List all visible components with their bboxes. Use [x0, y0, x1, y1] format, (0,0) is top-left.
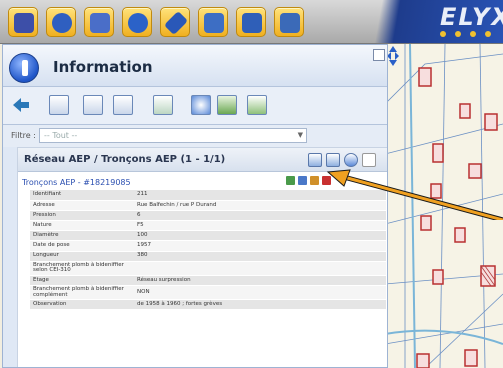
attribute-key: Branchement plomb à bideniffier selon CE… [30, 261, 134, 276]
panel-toolbar [3, 87, 387, 125]
attribute-key: Pression [30, 210, 134, 222]
panel-title: Information [53, 58, 153, 76]
attribute-value: 1957 [134, 240, 386, 252]
select-tool-icon[interactable] [8, 7, 38, 37]
globe-tool-icon[interactable] [122, 7, 152, 37]
attribute-key: Observation [30, 299, 134, 311]
attribute-key: Identifiant [30, 190, 134, 201]
attribute-key: Diamètre [30, 230, 134, 242]
info-icon [9, 53, 39, 83]
chevron-down-icon: ▼ [297, 131, 303, 139]
edit-record-icon[interactable] [310, 176, 319, 185]
spreadsheet-icon[interactable] [217, 95, 237, 115]
attribute-key: Date de pose [30, 240, 134, 252]
measure-tool-icon[interactable] [198, 7, 228, 37]
table-row: Etage Réseau surpression [30, 275, 386, 287]
main-toolbar: ELYX [0, 0, 503, 44]
attribute-key: Adresse [30, 200, 134, 211]
layers-tool-icon[interactable] [84, 7, 114, 37]
table-row: Observation de 1958 à 1960 ; fortes grève… [30, 299, 386, 311]
attribute-value [134, 261, 386, 276]
print-tool-icon[interactable] [274, 7, 304, 37]
table-row: Diamètre 100 [30, 230, 386, 242]
attribute-key: Branchement plomb à bideniffier compléme… [30, 285, 134, 300]
export-icon[interactable] [153, 95, 173, 115]
attribute-value: Réseau surpression [134, 275, 386, 287]
annotation-arrow [326, 169, 503, 220]
attribute-key: Longueur [30, 251, 134, 262]
attribute-key: Etage [30, 275, 134, 287]
panel-header: Information [3, 45, 387, 87]
edit-tool-icon[interactable] [236, 7, 266, 37]
list-view-icon[interactable] [113, 95, 133, 115]
app-logo: ELYX [440, 3, 503, 31]
attribute-value: de 1958 à 1960 ; fortes grèves [134, 299, 386, 311]
table-row: Branchement plomb à bideniffier compléme… [30, 285, 386, 300]
attribute-value: 100 [134, 230, 386, 242]
record-link[interactable]: Tronçons AEP - #18219085 [22, 178, 131, 187]
zoom-icon[interactable] [191, 95, 211, 115]
zoom-to-record-icon[interactable] [286, 176, 295, 185]
attribute-key: Nature [30, 220, 134, 232]
print-record-icon[interactable] [298, 176, 307, 185]
filter-value: -- Tout -- [44, 131, 78, 140]
section-title: Réseau AEP / Tronçons AEP (1 - 1/1) [24, 154, 226, 165]
attribute-value: 380 [134, 251, 386, 262]
filter-row: Filtre : -- Tout -- ▼ [3, 125, 387, 147]
filter-select[interactable]: -- Tout -- ▼ [39, 128, 307, 143]
panel-close-button[interactable] [373, 49, 385, 61]
attribute-value: F5 [134, 220, 386, 232]
draw-tool-icon[interactable] [160, 7, 190, 37]
table-row: Date de pose 1957 [30, 240, 386, 252]
identify-tool-icon[interactable] [46, 7, 76, 37]
logo-dots [440, 31, 491, 37]
table-view-icon[interactable] [83, 95, 103, 115]
filter-label: Filtre : [11, 131, 36, 140]
grid-view-icon[interactable] [49, 95, 69, 115]
table-row: Longueur 380 [30, 251, 386, 262]
back-arrow-icon[interactable] [11, 95, 31, 115]
table-row: Nature F5 [30, 220, 386, 232]
table-row: Branchement plomb à bideniffier selon CE… [30, 261, 386, 276]
attribute-value: NON [134, 285, 386, 300]
report-icon[interactable] [247, 95, 267, 115]
